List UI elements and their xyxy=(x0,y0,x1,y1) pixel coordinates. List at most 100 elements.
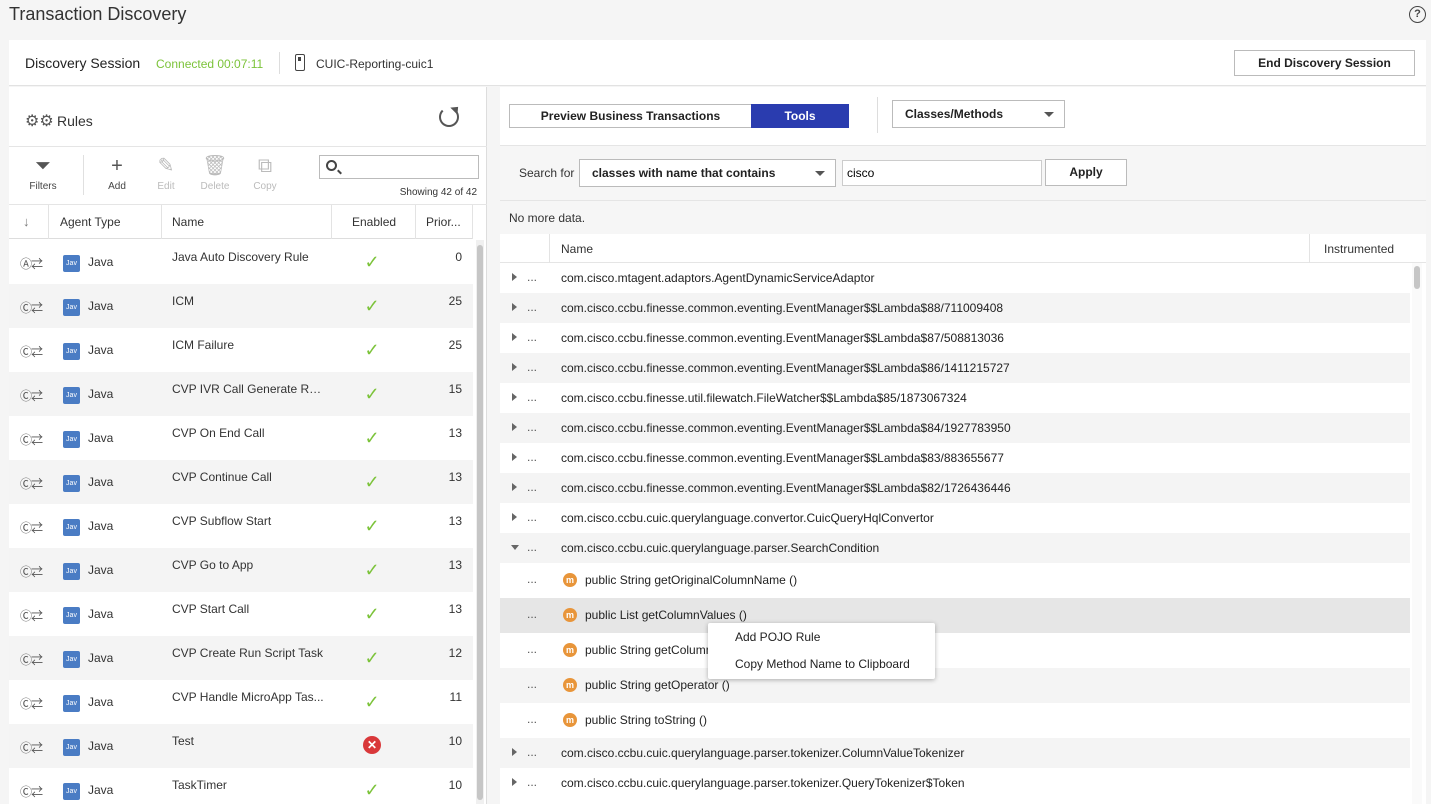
rule-type-icon: Ⓒ⇄ xyxy=(20,301,43,315)
chevron-right-icon[interactable] xyxy=(512,513,517,521)
more-options-icon[interactable]: ... xyxy=(527,745,537,759)
table-row[interactable]: Ⓒ⇄ Jav Java CVP Create Run Script Task ✓ 12 xyxy=(9,636,473,680)
table-row[interactable]: Ⓒ⇄ Jav Java ICM Failure ✓ 25 xyxy=(9,328,473,372)
table-row[interactable]: Ⓒ⇄ Jav Java CVP Go to App ✓ 13 xyxy=(9,548,473,592)
table-row[interactable]: Ⓒ⇄ Jav Java Test ✕ 10 xyxy=(9,724,473,768)
table-row[interactable]: Ⓒ⇄ Jav Java ICM ✓ 25 xyxy=(9,284,473,328)
table-row[interactable]: Ⓒ⇄ Jav Java CVP Start Call ✓ 13 xyxy=(9,592,473,636)
apply-button[interactable]: Apply xyxy=(1045,159,1127,186)
scroll-thumb[interactable] xyxy=(1414,266,1420,289)
chevron-right-icon[interactable] xyxy=(512,273,517,281)
column-instrumented[interactable]: Instrumented xyxy=(1324,242,1394,256)
rule-priority: 12 xyxy=(448,646,462,660)
check-icon: ✓ xyxy=(364,472,380,492)
rules-search[interactable] xyxy=(319,155,479,179)
more-options-icon[interactable]: ... xyxy=(527,677,537,691)
column-agent-type[interactable]: Agent Type xyxy=(49,205,162,239)
chevron-right-icon[interactable] xyxy=(512,303,517,311)
add-button[interactable]: + Add xyxy=(97,155,137,192)
tree-expander-column xyxy=(500,234,550,263)
method-icon: m xyxy=(563,608,577,622)
column-enabled[interactable]: Enabled xyxy=(332,205,416,239)
chevron-down-icon[interactable] xyxy=(511,545,519,550)
rules-search-input[interactable] xyxy=(344,158,474,176)
table-row[interactable]: Ⓒ⇄ Jav Java TaskTimer ✓ 10 xyxy=(9,768,473,804)
sort-column[interactable]: ↓ xyxy=(9,205,49,239)
delete-button[interactable]: 🗑 Delete xyxy=(195,155,235,192)
more-options-icon[interactable]: ... xyxy=(527,572,537,586)
class-name: com.cisco.ccbu.cuic.querylanguage.parser… xyxy=(561,746,965,760)
table-row[interactable]: Ⓒ⇄ Jav Java CVP On End Call ✓ 13 xyxy=(9,416,473,460)
class-row[interactable]: ... com.cisco.ccbu.finesse.util.filewatch… xyxy=(500,383,1410,413)
more-options-icon[interactable]: ... xyxy=(527,607,537,621)
class-row[interactable]: ... com.cisco.ccbu.finesse.common.eventin… xyxy=(500,413,1410,443)
column-name[interactable]: Name xyxy=(162,205,332,239)
more-options-icon[interactable]: ... xyxy=(527,775,537,789)
class-row[interactable]: ... com.cisco.ccbu.cuic.querylanguage.par… xyxy=(500,533,1410,563)
end-session-button[interactable]: End Discovery Session xyxy=(1234,50,1415,76)
tab-preview-business-transactions[interactable]: Preview Business Transactions xyxy=(509,104,752,128)
scroll-thumb[interactable] xyxy=(477,245,483,800)
session-bar: Discovery Session Connected 00:07:11 CUI… xyxy=(9,40,1426,86)
method-row[interactable]: ... m public String toString () xyxy=(500,703,1410,738)
table-row[interactable]: Ⓒ⇄ Jav Java CVP Handle MicroApp Tas... ✓ 11 xyxy=(9,680,473,724)
tree-scrollbar[interactable] xyxy=(1412,263,1422,804)
class-row[interactable]: ... com.cisco.ccbu.finesse.common.eventin… xyxy=(500,443,1410,473)
refresh-icon[interactable] xyxy=(439,107,459,127)
method-row[interactable]: ... m public String getColumnName () xyxy=(500,633,1410,668)
check-icon: ✓ xyxy=(364,604,380,624)
more-options-icon[interactable]: ... xyxy=(527,420,537,434)
chevron-right-icon[interactable] xyxy=(512,778,517,786)
more-options-icon[interactable]: ... xyxy=(527,450,537,464)
rules-scrollbar[interactable] xyxy=(476,240,484,804)
class-row[interactable]: ... com.cisco.ccbu.cuic.querylanguage.par… xyxy=(500,738,1410,768)
rule-name: ICM xyxy=(172,294,194,308)
chevron-right-icon[interactable] xyxy=(512,363,517,371)
more-options-icon[interactable]: ... xyxy=(527,712,537,726)
class-row[interactable]: ... com.cisco.ccbu.finesse.common.eventin… xyxy=(500,323,1410,353)
column-class-name[interactable]: Name xyxy=(561,242,593,256)
chevron-right-icon[interactable] xyxy=(512,333,517,341)
menu-item-copy-method-name[interactable]: Copy Method Name to Clipboard xyxy=(708,651,935,678)
more-options-icon[interactable]: ... xyxy=(527,270,537,284)
rule-priority: 10 xyxy=(448,778,462,792)
class-row[interactable]: ... com.cisco.ccbu.finesse.common.eventin… xyxy=(500,353,1410,383)
table-row[interactable]: Ⓒ⇄ Jav Java CVP Continue Call ✓ 13 xyxy=(9,460,473,504)
chevron-right-icon[interactable] xyxy=(512,423,517,431)
more-options-icon[interactable]: ... xyxy=(527,642,537,656)
filters-button[interactable]: ⏷ Filters xyxy=(23,155,63,192)
more-options-icon[interactable]: ... xyxy=(527,510,537,524)
class-row[interactable]: ... com.cisco.ccbu.finesse.common.eventin… xyxy=(500,473,1410,503)
search-text-input[interactable] xyxy=(842,160,1042,186)
class-row[interactable]: ... com.cisco.ccbu.cuic.querylanguage.par… xyxy=(500,768,1410,798)
tab-tools[interactable]: Tools xyxy=(751,104,849,128)
more-options-icon[interactable]: ... xyxy=(527,390,537,404)
method-row[interactable]: ... m public String getOriginalColumnName … xyxy=(500,563,1410,598)
table-row[interactable]: Ⓒ⇄ Jav Java CVP IVR Call Generate Res... ✓ 15 xyxy=(9,372,473,416)
class-row[interactable]: ... com.cisco.mtagent.adaptors.AgentDynam… xyxy=(500,263,1410,293)
method-row[interactable]: ... m public List getColumnValues () xyxy=(500,598,1410,633)
menu-item-add-pojo-rule[interactable]: Add POJO Rule xyxy=(708,624,935,651)
edit-button[interactable]: ✎ Edit xyxy=(146,155,186,192)
copy-button[interactable]: ⧉ Copy xyxy=(245,155,285,192)
more-options-icon[interactable]: ... xyxy=(527,330,537,344)
chevron-right-icon[interactable] xyxy=(512,748,517,756)
more-options-icon[interactable]: ... xyxy=(527,300,537,314)
chevron-right-icon[interactable] xyxy=(512,483,517,491)
help-icon[interactable]: ? xyxy=(1409,6,1426,23)
chevron-right-icon[interactable] xyxy=(512,393,517,401)
column-priority[interactable]: Prior... xyxy=(416,205,473,239)
table-row[interactable]: Ⓐ⇄ Jav Java Java Auto Discovery Rule ✓ 0 xyxy=(9,240,473,284)
method-icon: m xyxy=(563,678,577,692)
method-row[interactable]: ... m public String getOperator () xyxy=(500,668,1410,703)
more-options-icon[interactable]: ... xyxy=(527,360,537,374)
chevron-right-icon[interactable] xyxy=(512,453,517,461)
class-row[interactable]: ... com.cisco.ccbu.cuic.querylanguage.con… xyxy=(500,503,1410,533)
rule-name: CVP Subflow Start xyxy=(172,514,272,528)
class-row[interactable]: ... com.cisco.ccbu.finesse.common.eventin… xyxy=(500,293,1410,323)
more-options-icon[interactable]: ... xyxy=(527,480,537,494)
view-select[interactable]: Classes/Methods xyxy=(892,100,1065,128)
more-options-icon[interactable]: ... xyxy=(527,540,537,554)
search-for-select[interactable]: classes with name that contains xyxy=(579,159,836,187)
table-row[interactable]: Ⓒ⇄ Jav Java CVP Subflow Start ✓ 13 xyxy=(9,504,473,548)
